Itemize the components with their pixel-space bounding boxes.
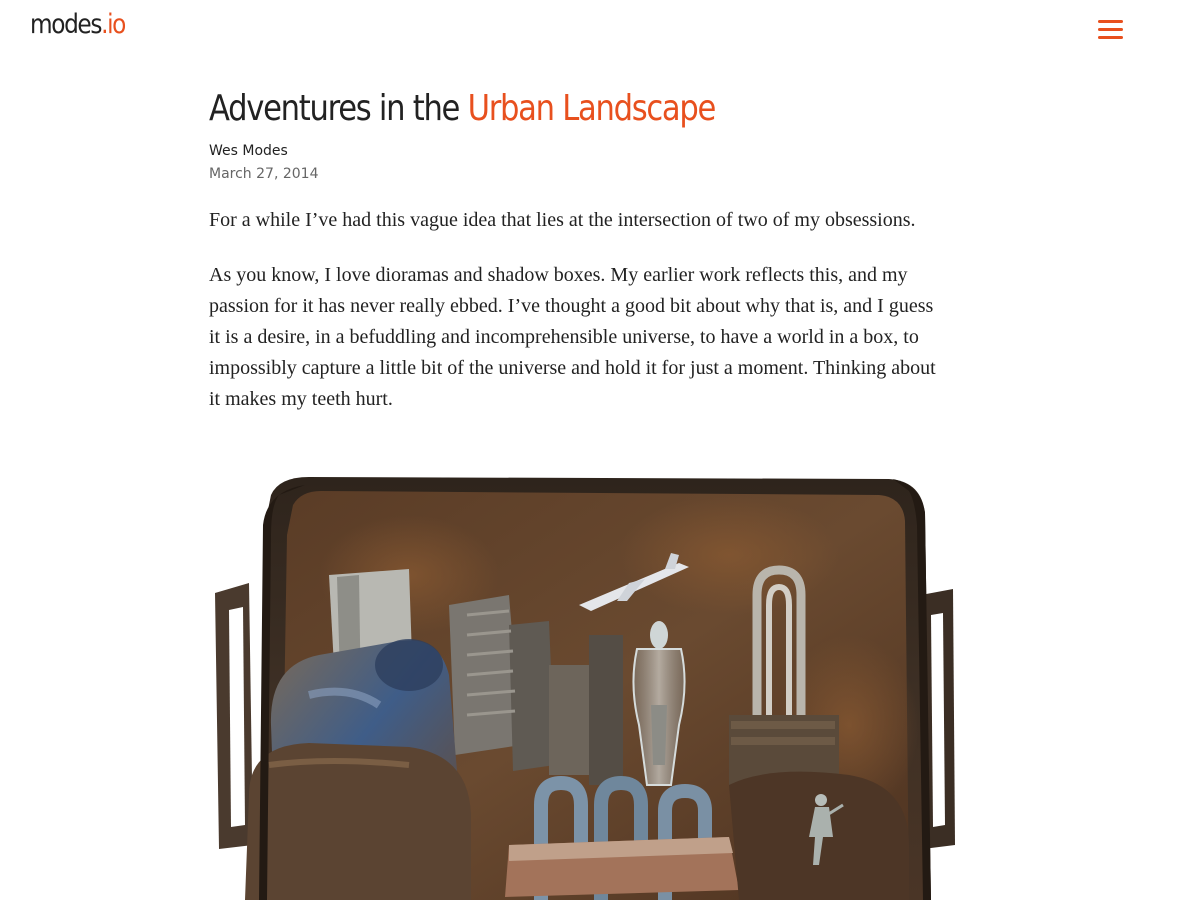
hamburger-menu-icon[interactable] — [1097, 19, 1125, 41]
paragraph: For a while I’ve had this vague idea tha… — [209, 209, 916, 231]
article: Adventures in the Urban Landscape Wes Mo… — [209, 86, 959, 439]
paragraph: As you know, I love dioramas and shadow … — [209, 264, 936, 410]
diorama-photo — [209, 465, 959, 900]
title-plain: Adventures in the — [209, 88, 468, 129]
logo-text: modes — [30, 9, 102, 40]
post-date: March 27, 2014 — [209, 166, 319, 182]
site-header: modes.io — [0, 0, 1200, 60]
author-name[interactable]: Wes Modes — [209, 141, 959, 161]
logo-accent-text: .io — [101, 9, 126, 40]
title-accent: Urban Landscape — [467, 88, 717, 129]
article-body: For a while I’ve had this vague idea tha… — [209, 205, 959, 415]
site-logo[interactable]: modes.io — [30, 9, 126, 40]
article-title: Adventures in the Urban Landscape — [209, 86, 847, 132]
